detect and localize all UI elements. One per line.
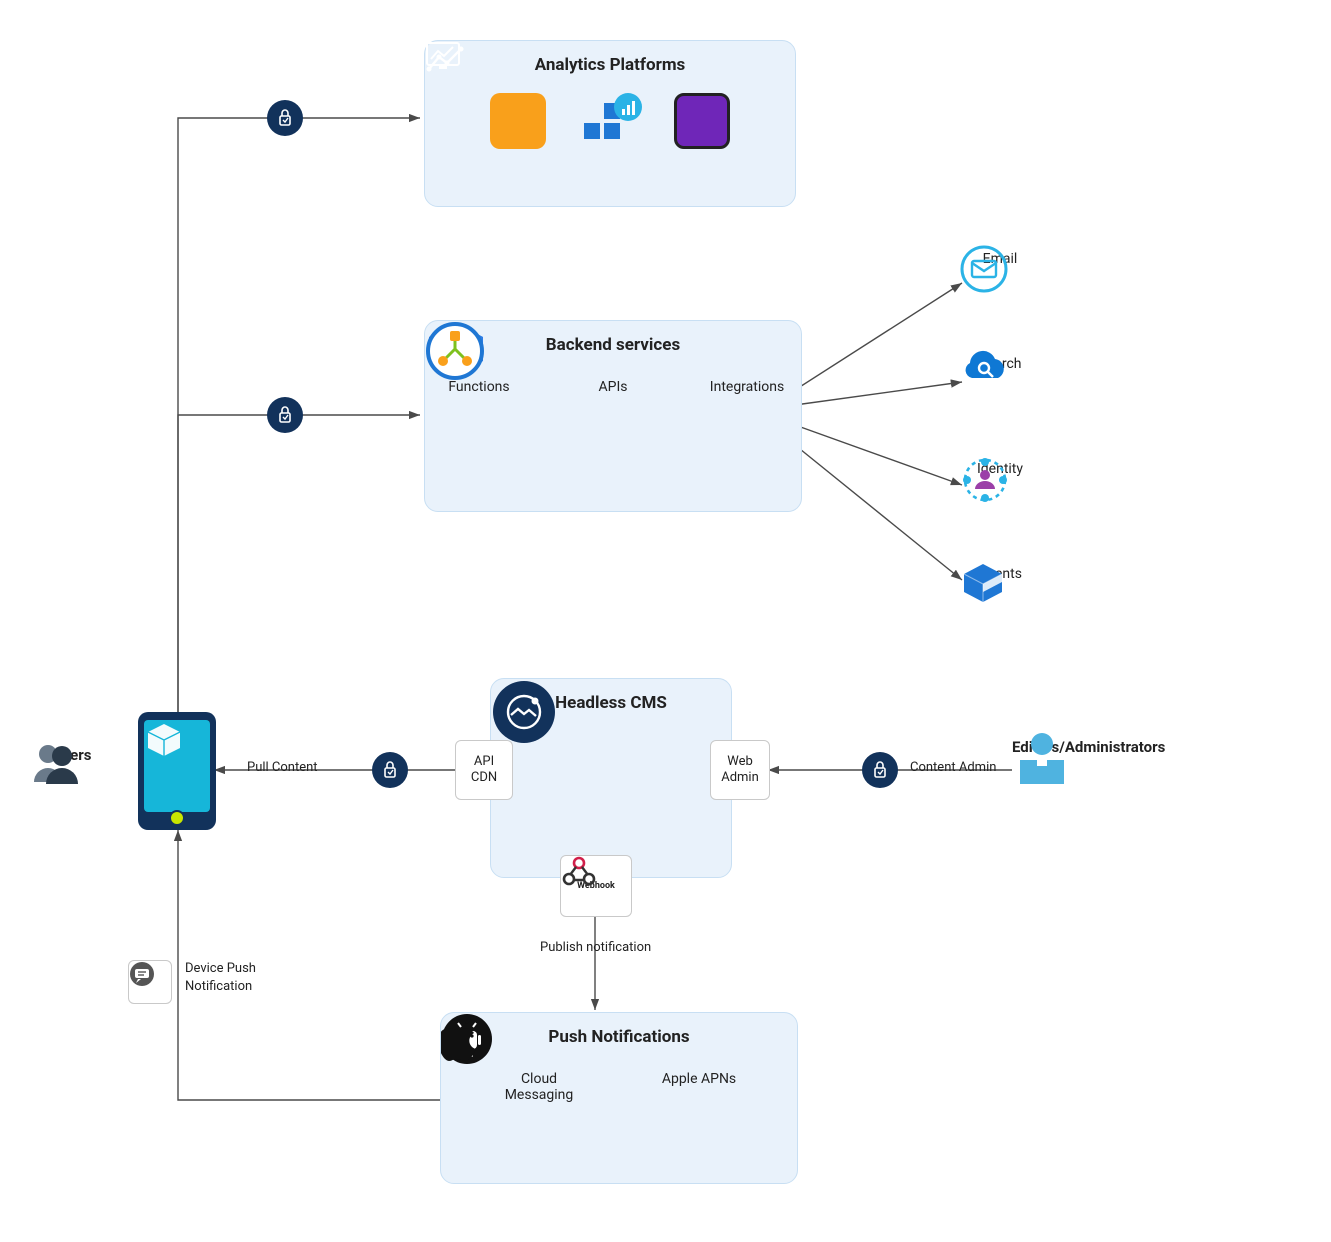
analytics-ga-icon <box>490 93 546 149</box>
analytics-platforms-box: Analytics Platforms <box>424 40 796 207</box>
push-title: Push Notifications <box>441 1013 797 1047</box>
webhook-box: Webhook <box>560 855 632 917</box>
agents-endpoint: Agents <box>960 560 1040 582</box>
publish-notification-label: Publish notification <box>540 940 651 955</box>
web-admin-label: Web Admin <box>721 754 759 787</box>
users-group: Users <box>32 740 112 764</box>
search-endpoint: Search <box>960 350 1040 372</box>
device-push-label: Device Push Notification <box>185 960 256 995</box>
cloud-messaging-label: Cloud Messaging <box>494 1071 584 1103</box>
api-cdn-label: API CDN <box>471 754 497 787</box>
content-admin-label: Content Admin <box>910 760 996 775</box>
search-label: Search <box>978 356 1021 372</box>
backend-title: Backend services <box>425 321 801 355</box>
mobile-device <box>138 712 216 830</box>
analytics-dashboard-icon <box>674 93 730 149</box>
push-notifications-box: Push Notifications Cloud Messaging Apple… <box>440 1012 798 1184</box>
functions-label: Functions <box>448 379 509 395</box>
device-push-icon-box <box>128 960 172 1004</box>
users-label: Users <box>53 746 92 764</box>
agents-label: Agents <box>978 566 1022 582</box>
cms-title: Headless CMS <box>491 679 731 713</box>
app-cube-icon <box>144 720 184 760</box>
identity-endpoint: Identity <box>960 455 1040 477</box>
backend-services-box: Backend services (··) Functions APIs Int… <box>424 320 802 512</box>
apis-label: APIs <box>599 379 628 395</box>
api-cdn-box: API CDN <box>455 740 513 800</box>
webhook-label: Webhook <box>577 881 615 892</box>
apple-apns-label: Apple APNs <box>662 1071 736 1087</box>
email-endpoint: Email <box>960 245 1040 267</box>
editors-label: Editors/Administrators <box>1012 738 1165 756</box>
diagram-canvas: Analytics Platforms Backend services (··… <box>0 0 1331 1242</box>
integrations-label: Integrations <box>710 379 784 395</box>
email-label: Email <box>983 251 1018 267</box>
web-admin-box: Web Admin <box>710 740 770 800</box>
analytics-title: Analytics Platforms <box>425 41 795 75</box>
headless-cms-box: Headless CMS <box>490 678 732 878</box>
editors-group: Editors/Administrators <box>1012 730 1165 756</box>
pull-content-label: Pull Content <box>247 760 318 775</box>
message-icon <box>129 961 155 987</box>
analytics-tiles-icon <box>582 93 638 149</box>
identity-label: Identity <box>977 461 1023 477</box>
